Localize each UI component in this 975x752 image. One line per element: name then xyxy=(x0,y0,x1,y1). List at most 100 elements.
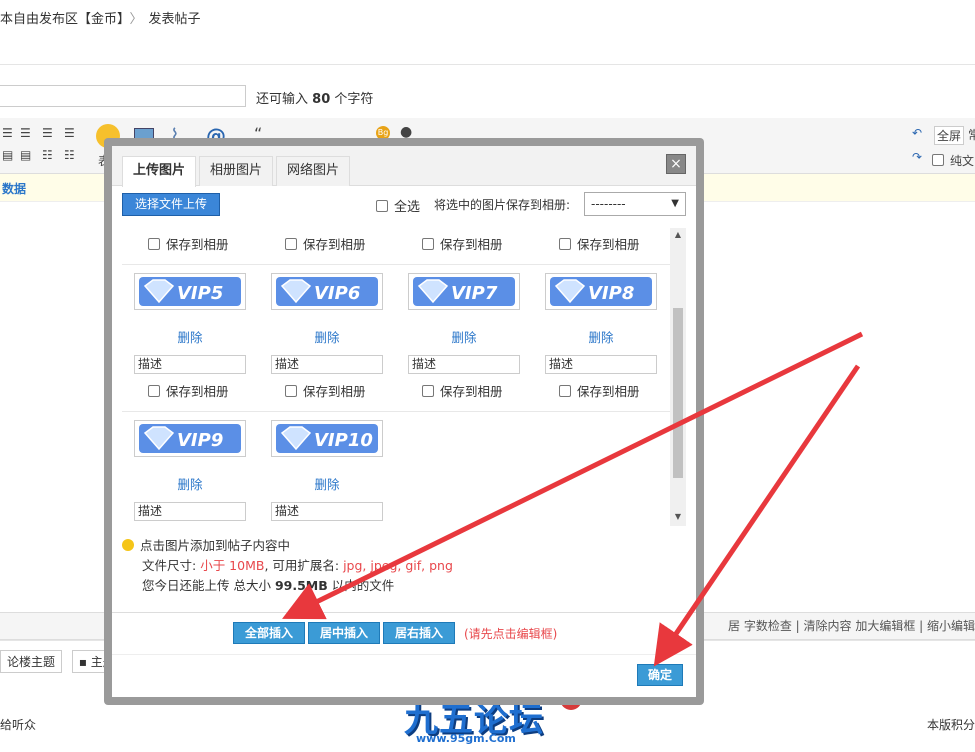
insert-center-button[interactable]: 居中插入 xyxy=(308,622,380,644)
delete-image-link[interactable]: 删除 xyxy=(134,327,246,346)
plain-text-checkbox[interactable] xyxy=(932,154,944,166)
scrollbar[interactable]: ▲ ▼ xyxy=(670,228,686,526)
save-to-album-checkbox[interactable] xyxy=(422,385,434,397)
align-center-icon[interactable]: ☰ xyxy=(20,126,31,140)
save-to-album-checkbox[interactable] xyxy=(285,238,297,250)
vip-badge-image: VIP9 xyxy=(139,424,241,453)
save-to-album-label: 保存到相册 xyxy=(166,237,229,252)
tip-click-image: 点击图片添加到帖子内容中 xyxy=(140,538,291,553)
tip-size-value: 小于 10MB xyxy=(200,558,265,573)
tip-quota-prefix: 您今日还能上传 总大小 xyxy=(142,578,275,593)
vip-badge-text: VIP6 xyxy=(314,283,360,304)
save-to-album-option[interactable]: 保存到相册 xyxy=(148,234,229,253)
scroll-thumb[interactable] xyxy=(673,308,683,478)
vip-badge-text: VIP9 xyxy=(177,430,223,451)
insert-right-button[interactable]: 居右插入 xyxy=(383,622,455,644)
tip-quota-suffix: 以内的文件 xyxy=(327,578,395,593)
select-all-toggle[interactable]: 全选 xyxy=(376,196,420,215)
logo-url: www.95gm.Com xyxy=(416,732,516,745)
image-thumbnail[interactable]: VIP10 xyxy=(271,420,383,457)
save-to-album-checkbox[interactable] xyxy=(559,385,571,397)
scroll-down-icon[interactable]: ▼ xyxy=(670,512,686,521)
save-to-album-label: 保存到相册 xyxy=(577,237,640,252)
delete-image-link[interactable]: 删除 xyxy=(408,327,520,346)
char-count: 还可输入 80 个字符 xyxy=(256,88,373,107)
vip-badge-image: VIP8 xyxy=(550,277,652,306)
image-description-input[interactable]: 描述 xyxy=(408,355,520,374)
save-to-album-option[interactable]: 保存到相册 xyxy=(422,234,503,253)
undo-icon[interactable]: ↶ xyxy=(912,126,922,140)
tip-ext-value: jpg, jpeg, gif, png xyxy=(343,558,453,573)
title-input[interactable] xyxy=(0,85,246,107)
vip-badge-image: VIP6 xyxy=(276,277,378,306)
bullet-list-icon[interactable]: ☷ xyxy=(42,148,53,162)
number-list-icon[interactable]: ☷ xyxy=(64,148,75,162)
save-to-album-option[interactable]: 保存到相册 xyxy=(559,234,640,253)
select-file-upload-button[interactable]: 选择文件上传 xyxy=(122,193,220,216)
save-to-album-label: 保存到相册 xyxy=(577,384,640,399)
save-to-album-label: 将选中的图片保存到相册: xyxy=(434,198,571,212)
tab-web-image[interactable]: 网络图片 xyxy=(276,156,351,186)
footer-right-text: 本版积分 xyxy=(926,718,975,732)
delete-image-link[interactable]: 删除 xyxy=(545,327,657,346)
redo-icon[interactable]: ↷ xyxy=(912,150,922,164)
delete-image-link[interactable]: 删除 xyxy=(271,474,383,493)
image-thumbnail[interactable]: VIP5 xyxy=(134,273,246,310)
save-to-album-checkbox[interactable] xyxy=(148,385,160,397)
save-to-album-checkbox[interactable] xyxy=(148,238,160,250)
float-right-icon[interactable]: ▤ xyxy=(20,148,31,162)
image-description-input[interactable]: 描述 xyxy=(134,502,246,521)
image-description-input[interactable]: 描述 xyxy=(271,355,383,374)
select-all-checkbox[interactable] xyxy=(376,200,388,212)
insert-all-button[interactable]: 全部插入 xyxy=(233,622,305,644)
justify-icon[interactable]: ☰ xyxy=(64,126,75,140)
tip-size-prefix: 文件尺寸: xyxy=(142,558,201,573)
image-thumbnail[interactable]: VIP6 xyxy=(271,273,383,310)
float-left-icon[interactable]: ▤ xyxy=(2,148,13,162)
tab-album-image[interactable]: 相册图片 xyxy=(199,156,274,186)
reply-topic-option[interactable]: 论楼主题 xyxy=(0,650,63,673)
align-left-icon[interactable]: ☰ xyxy=(2,126,13,140)
uploaded-image-grid: 保存到相册 保存到相册 保存到相册 保存到相册 VIP5 删除 描述 VIP6 删除 描述 VIP7… xyxy=(122,228,686,526)
plain-text-label: 纯文 xyxy=(950,154,975,168)
image-thumbnail[interactable]: VIP8 xyxy=(545,273,657,310)
save-to-album-option[interactable]: 保存到相册 xyxy=(559,381,640,400)
chevron-down-icon: ▼ xyxy=(671,198,679,209)
editor-bottom-links[interactable]: 居 字数检查 | 清除内容 加大编辑框 | 缩小编辑 xyxy=(728,617,975,634)
scroll-up-icon[interactable]: ▲ xyxy=(670,230,686,239)
char-count-suffix: 个字符 xyxy=(334,92,374,107)
align-right-icon[interactable]: ☰ xyxy=(42,126,53,140)
save-to-album-checkbox[interactable] xyxy=(422,238,434,250)
plain-text-toggle[interactable]: 纯文 xyxy=(932,152,974,169)
breadcrumb-forum[interactable]: 本自由发布区【金币】 xyxy=(0,12,124,27)
save-to-album-label: 保存到相册 xyxy=(440,384,503,399)
data-bar-label[interactable]: 数据 xyxy=(2,180,26,197)
save-to-album-checkbox[interactable] xyxy=(285,385,297,397)
breadcrumb: 本自由发布区【金币】〉发表帖子 xyxy=(0,8,201,27)
ok-button[interactable]: 确定 xyxy=(637,664,683,686)
vip-badge-text: VIP10 xyxy=(314,430,373,451)
delete-image-link[interactable]: 删除 xyxy=(271,327,383,346)
common-button[interactable]: 常 xyxy=(968,126,975,143)
divider xyxy=(112,654,696,655)
tab-upload-image[interactable]: 上传图片 xyxy=(122,156,197,187)
save-to-album-checkbox[interactable] xyxy=(559,238,571,250)
image-description-input[interactable]: 描述 xyxy=(271,502,383,521)
save-to-album-option[interactable]: 保存到相册 xyxy=(422,381,503,400)
image-description-input[interactable]: 描述 xyxy=(134,355,246,374)
fullscreen-button[interactable]: 全屏 xyxy=(934,126,965,145)
char-count-prefix: 还可输入 xyxy=(256,92,309,107)
save-to-album-option[interactable]: 保存到相册 xyxy=(285,381,366,400)
row-divider xyxy=(122,411,670,412)
divider xyxy=(0,64,975,65)
save-to-album-option[interactable]: 保存到相册 xyxy=(285,234,366,253)
close-icon[interactable]: × xyxy=(666,154,686,174)
save-to-album-label: 保存到相册 xyxy=(303,384,366,399)
delete-image-link[interactable]: 删除 xyxy=(134,474,246,493)
image-thumbnail[interactable]: VIP9 xyxy=(134,420,246,457)
image-description-input[interactable]: 描述 xyxy=(545,355,657,374)
image-thumbnail[interactable]: VIP7 xyxy=(408,273,520,310)
album-select[interactable]: -------- ▼ xyxy=(584,192,686,216)
save-to-album-option[interactable]: 保存到相册 xyxy=(148,381,229,400)
breadcrumb-current: 发表帖子 xyxy=(148,12,201,27)
